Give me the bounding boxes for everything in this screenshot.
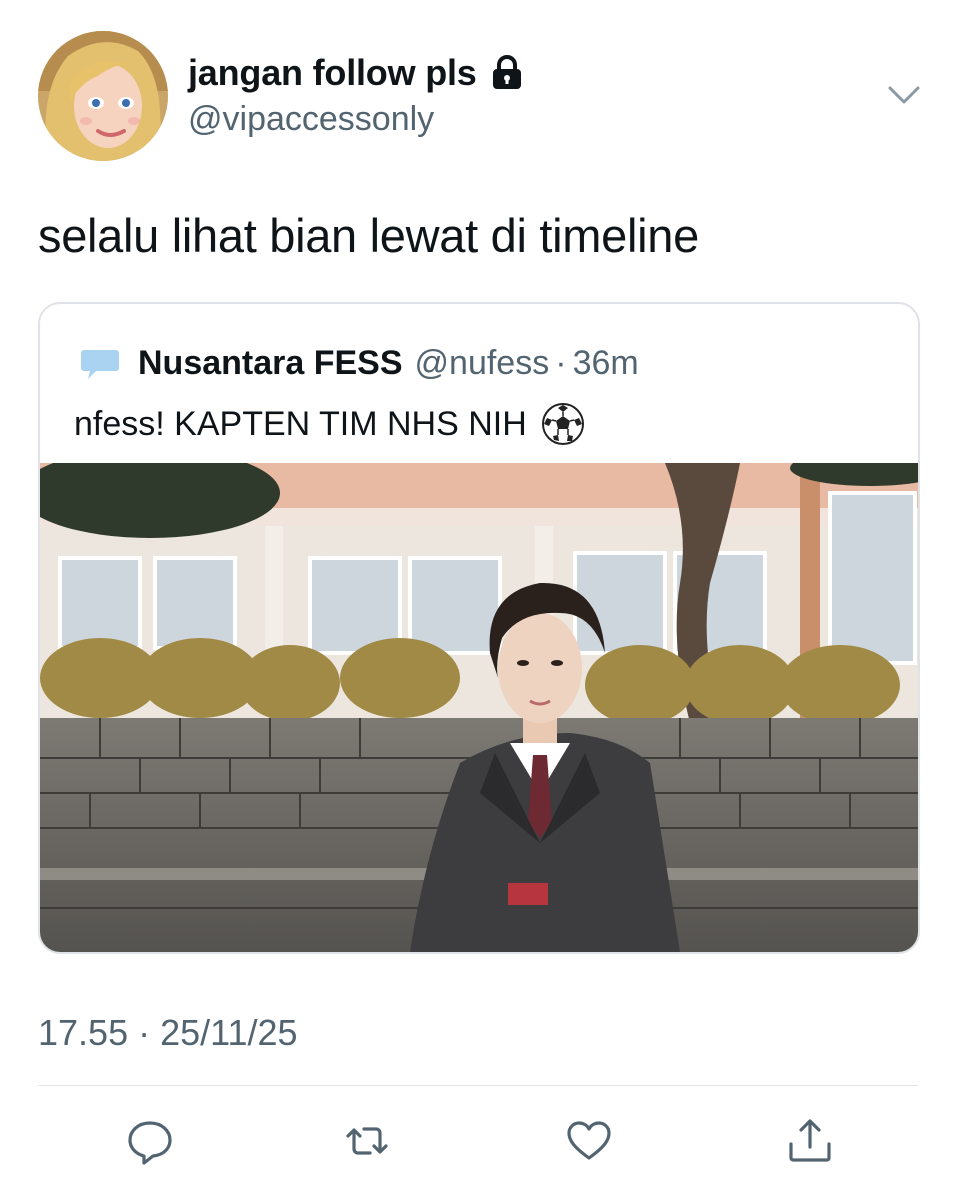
author-display-name[interactable]: jangan follow pls — [188, 52, 477, 94]
tweet-action-bar — [0, 1116, 957, 1166]
quoted-tweet-photo[interactable] — [40, 463, 918, 952]
quoted-time: 36m — [572, 344, 639, 382]
author-avatar[interactable] — [38, 31, 168, 161]
chevron-down-icon[interactable] — [884, 80, 924, 110]
lock-icon — [489, 55, 525, 91]
tweet-text: selalu lihat bian lewat di timeline — [38, 209, 699, 262]
quoted-author-avatar[interactable] — [80, 346, 120, 382]
quoted-display-name[interactable]: Nusantara FESS — [138, 344, 403, 383]
quoted-tweet-header: Nusantara FESS @nufess · 36m — [78, 344, 639, 383]
quoted-separator: · — [555, 344, 567, 382]
author-handle[interactable]: @vipaccessonly — [188, 100, 434, 139]
tweet-timestamp[interactable]: 17.55 · 25/11/25 — [38, 1012, 298, 1054]
divider — [38, 1085, 918, 1086]
quoted-handle[interactable]: @nufess — [415, 344, 550, 383]
avatar-image — [38, 31, 168, 161]
reply-icon[interactable] — [125, 1116, 175, 1166]
heart-icon[interactable] — [564, 1116, 614, 1166]
soccer-ball-icon — [541, 402, 585, 446]
quoted-text-content: nfess! KAPTEN TIM NHS NIH — [74, 404, 527, 443]
quoted-tweet-text: nfess! KAPTEN TIM NHS NIH — [74, 402, 585, 446]
retweet-icon[interactable] — [342, 1116, 392, 1166]
author-name-row[interactable]: jangan follow pls — [188, 52, 525, 94]
tweet-detail-page: jangan follow pls @vipaccessonly selalu … — [0, 0, 957, 1199]
quoted-tweet-card[interactable]: Nusantara FESS @nufess · 36m nfess! KAPT… — [38, 302, 920, 954]
share-icon[interactable] — [785, 1116, 835, 1166]
